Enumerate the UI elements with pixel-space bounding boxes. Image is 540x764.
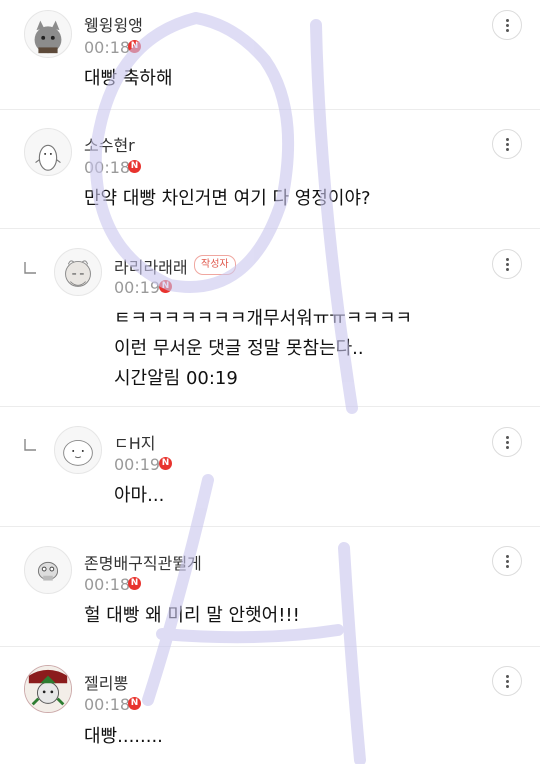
- comment-time: 00:19: [114, 455, 161, 474]
- new-badge: N: [128, 160, 141, 173]
- more-vertical-icon: [506, 138, 509, 141]
- more-vertical-icon-dot: [506, 565, 509, 568]
- more-vertical-icon-dot: [506, 148, 509, 151]
- divider: [0, 406, 540, 407]
- more-vertical-icon-dot: [506, 29, 509, 32]
- more-vertical-icon-dot: [506, 680, 509, 683]
- more-options-button[interactable]: [492, 427, 522, 457]
- more-options-button[interactable]: [492, 249, 522, 279]
- commenter-name[interactable]: 소수현r: [84, 132, 135, 156]
- divider: [0, 109, 540, 110]
- commenter-name[interactable]: 라리라래래: [114, 254, 188, 278]
- handwriting-watermark: [89, 12, 366, 764]
- comment-text: 헐 대빵 왜 미리 말 안햇어!!!: [84, 605, 300, 626]
- comment-text-line: ㅌㅋㅋㅋㅋㅋㅋㅋ개무서워ㅠㅠㅋㅋㅋㅋ: [114, 308, 413, 329]
- avatar[interactable]: [24, 665, 72, 713]
- author-badge: 작성자: [194, 255, 236, 275]
- more-vertical-icon-dot: [506, 560, 509, 563]
- comment-time: 00:18: [84, 38, 131, 57]
- comment-time: 00:19: [114, 278, 161, 297]
- more-options-button[interactable]: [492, 666, 522, 696]
- more-options-button[interactable]: [492, 129, 522, 159]
- new-badge: N: [128, 697, 141, 710]
- avatar[interactable]: [24, 128, 72, 176]
- comment-text: 만약 대빵 차인거면 여기 다 영정이야?: [84, 188, 371, 209]
- reply-arrow-icon: [24, 262, 36, 274]
- commenter-name[interactable]: 존명배구직관뛸게: [84, 550, 202, 574]
- more-vertical-icon-dot: [506, 446, 509, 449]
- commenter-name[interactable]: 젤리뽕: [84, 670, 128, 694]
- more-vertical-icon-dot: [506, 143, 509, 146]
- avatar[interactable]: [54, 248, 102, 296]
- divider: [0, 526, 540, 527]
- comment-text: 아마...: [114, 485, 165, 506]
- comment-text-line: 이런 무서운 댓글 정말 못참는다..: [114, 338, 364, 359]
- comment-text: 대빵 축하해: [84, 68, 173, 89]
- avatar[interactable]: [24, 546, 72, 594]
- commenter-name[interactable]: ㄷH지: [114, 430, 155, 454]
- more-vertical-icon-dot: [506, 685, 509, 688]
- more-options-button[interactable]: [492, 546, 522, 576]
- comment-time: 00:18: [84, 695, 131, 714]
- more-vertical-icon: [506, 675, 509, 678]
- reply-arrow-icon: [24, 439, 36, 451]
- more-vertical-icon-dot: [506, 24, 509, 27]
- more-vertical-icon-dot: [506, 263, 509, 266]
- divider: [0, 646, 540, 647]
- commenter-name[interactable]: 웽윙윙앵: [84, 12, 143, 36]
- divider: [0, 228, 540, 229]
- new-badge: N: [159, 280, 172, 293]
- more-vertical-icon: [506, 258, 509, 261]
- more-options-button[interactable]: [492, 10, 522, 40]
- comment-text-line: 시간알림 00:19: [114, 368, 238, 389]
- comment-time: 00:18: [84, 158, 131, 177]
- more-vertical-icon: [506, 555, 509, 558]
- new-badge: N: [128, 40, 141, 53]
- avatar[interactable]: [54, 426, 102, 474]
- comment-text: 대빵........: [84, 726, 163, 747]
- more-vertical-icon: [506, 436, 509, 439]
- new-badge: N: [128, 577, 141, 590]
- more-vertical-icon-dot: [506, 441, 509, 444]
- more-vertical-icon-dot: [506, 268, 509, 271]
- avatar[interactable]: [24, 10, 72, 58]
- comment-time: 00:18: [84, 575, 131, 594]
- more-vertical-icon: [506, 19, 509, 22]
- new-badge: N: [159, 457, 172, 470]
